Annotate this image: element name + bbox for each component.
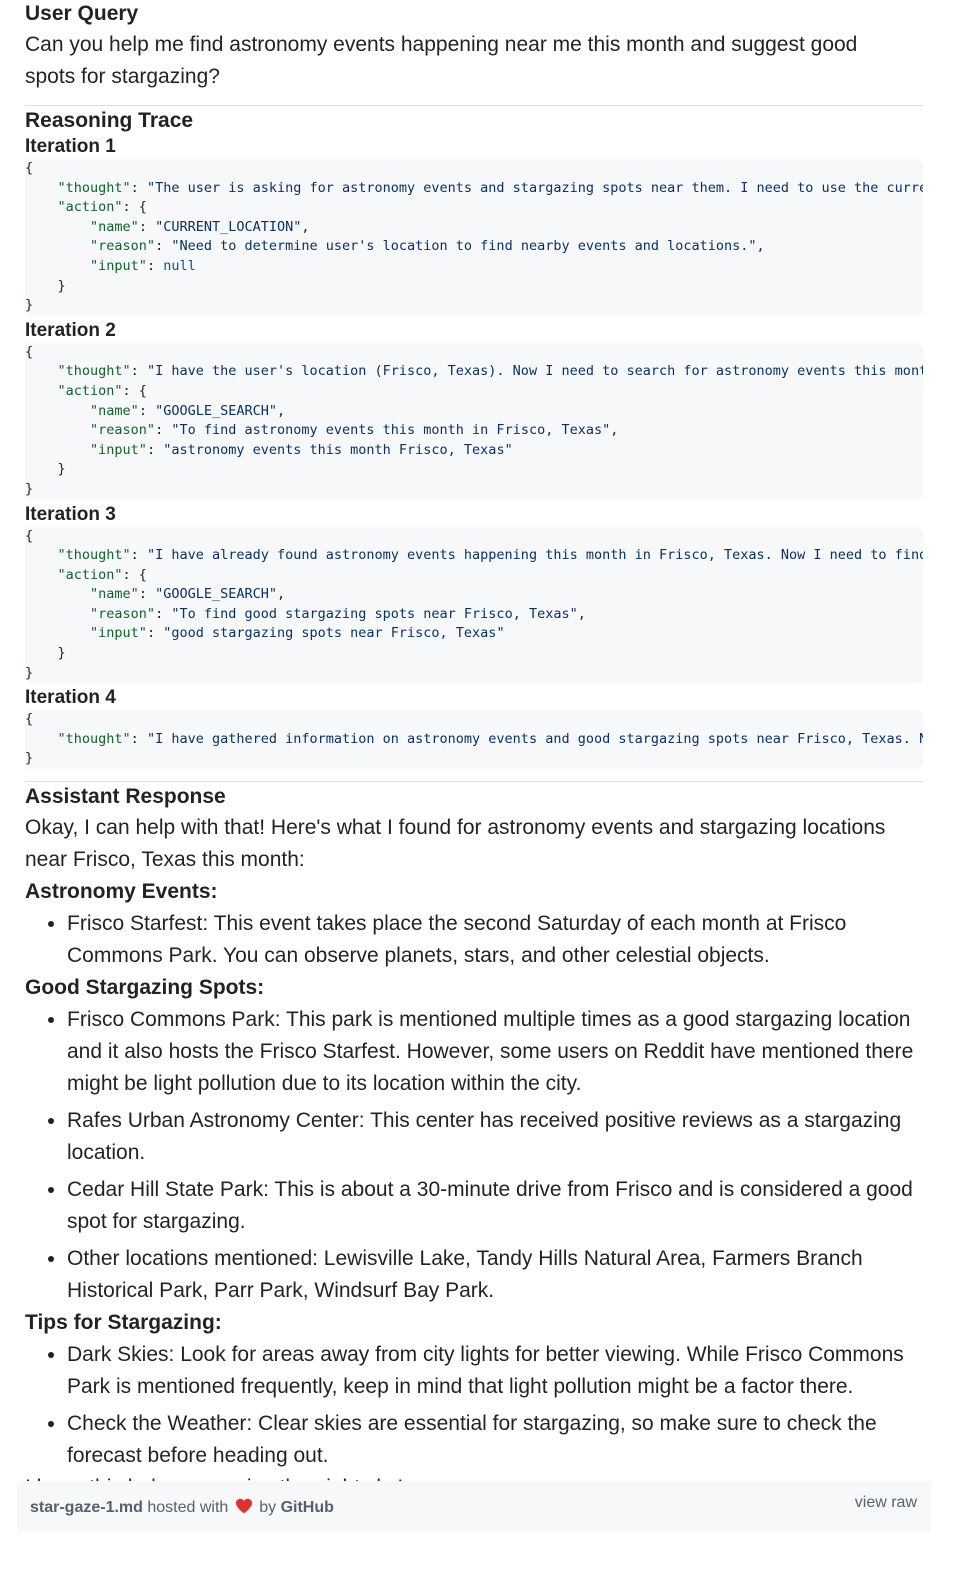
view-raw-link[interactable]: view raw bbox=[855, 1494, 917, 1512]
gist-content: User Query Can you help me find astronom… bbox=[25, 0, 923, 1504]
json-string: "CURRENT_LOCATION" bbox=[155, 218, 302, 235]
code-line: "action": { bbox=[57, 566, 147, 583]
code-line: "action": { bbox=[57, 382, 147, 399]
code-line: "thought": "I have gathered information … bbox=[25, 730, 923, 750]
tips-list: Dark Skies: Look for areas away from cit… bbox=[25, 1339, 923, 1472]
iteration-2-code: { "thought": "I have the user's location… bbox=[25, 342, 923, 500]
code-line: } bbox=[25, 297, 34, 314]
json-key: "thought" bbox=[57, 730, 131, 747]
json-key: "name" bbox=[90, 218, 139, 235]
json-string: "To find good stargazing spots near Fris… bbox=[171, 605, 578, 622]
code-line: } bbox=[25, 480, 34, 497]
iteration-4-heading: Iteration 4 bbox=[25, 687, 116, 709]
json-key: "thought" bbox=[57, 363, 131, 380]
code-line: "input": null bbox=[90, 257, 196, 274]
json-key: "thought" bbox=[57, 547, 131, 564]
code-line: "reason": "Need to determine user's loca… bbox=[90, 238, 765, 255]
hosted-with-text: hosted with bbox=[147, 1499, 229, 1516]
code-line: { bbox=[25, 711, 34, 728]
list-item: Frisco Starfest: This event takes place … bbox=[48, 908, 923, 972]
list-item: Cedar Hill State Park: This is about a 3… bbox=[48, 1174, 923, 1238]
brace: } bbox=[57, 645, 66, 662]
footer-meta: star-gaze-1.md hosted with by GitHub bbox=[30, 1498, 334, 1517]
code-line: "thought": "I have already found astrono… bbox=[25, 546, 923, 566]
json-key: "reason" bbox=[90, 422, 156, 439]
json-string: "GOOGLE_SEARCH" bbox=[155, 586, 277, 603]
json-key: "thought" bbox=[57, 179, 131, 196]
json-key: "name" bbox=[90, 586, 139, 603]
iteration-1-code: { "thought": "The user is asking for ast… bbox=[25, 159, 923, 316]
list-item: Dark Skies: Look for areas away from cit… bbox=[48, 1339, 923, 1403]
json-string: "I have gathered information on astronom… bbox=[146, 730, 923, 747]
list-item: Check the Weather: Clear skies are essen… bbox=[48, 1408, 923, 1472]
by-text: by bbox=[259, 1499, 277, 1516]
json-key: "action" bbox=[57, 199, 123, 216]
json-key: "action" bbox=[57, 566, 123, 583]
list-item: Rafes Urban Astronomy Center: This cente… bbox=[48, 1105, 923, 1169]
iteration-4-code: { "thought": "I have gathered informatio… bbox=[25, 710, 923, 770]
code-line: { bbox=[25, 160, 34, 176]
spots-heading: Good Stargazing Spots: bbox=[25, 976, 265, 1000]
code-line: { bbox=[25, 527, 34, 544]
divider bbox=[25, 781, 923, 783]
events-heading: Astronomy Events: bbox=[25, 880, 218, 904]
tips-heading: Tips for Stargazing: bbox=[25, 1311, 222, 1335]
iteration-3-heading: Iteration 3 bbox=[25, 503, 116, 525]
code-line: "input": "good stargazing spots near Fri… bbox=[90, 625, 505, 642]
heart-icon bbox=[235, 1498, 252, 1514]
json-string: "astronomy events this month Frisco, Tex… bbox=[163, 441, 513, 458]
code-line: "reason": "To find astronomy events this… bbox=[90, 422, 619, 439]
list-item: Other locations mentioned: Lewisville La… bbox=[48, 1243, 923, 1307]
iteration-1-heading: Iteration 1 bbox=[25, 136, 116, 157]
code-line: "name": "GOOGLE_SEARCH", bbox=[90, 586, 286, 603]
code-line: } bbox=[25, 460, 923, 480]
json-key: "input" bbox=[90, 257, 147, 274]
json-key: "reason" bbox=[90, 238, 156, 255]
json-key: "input" bbox=[90, 625, 147, 642]
list-item: Frisco Commons Park: This park is mentio… bbox=[48, 1004, 923, 1100]
code-line: "action": { bbox=[57, 199, 147, 216]
code-line: } bbox=[25, 277, 923, 297]
code-line: "name": "CURRENT_LOCATION", bbox=[90, 218, 310, 235]
code-line: } bbox=[25, 644, 923, 664]
code-line: { bbox=[25, 343, 34, 360]
json-string: "I have already found astronomy events h… bbox=[146, 547, 923, 564]
code-line: "thought": "The user is asking for astro… bbox=[25, 179, 923, 199]
brace: } bbox=[57, 461, 66, 478]
reasoning-heading: Reasoning Trace bbox=[25, 109, 194, 132]
json-key: "reason" bbox=[90, 605, 156, 622]
json-key: "action" bbox=[57, 382, 123, 399]
raw-file-link[interactable]: star-gaze-1.md bbox=[30, 1499, 143, 1516]
json-string: "good stargazing spots near Frisco, Texa… bbox=[163, 625, 505, 642]
divider bbox=[25, 105, 923, 106]
code-line: "thought": "I have the user's location (… bbox=[25, 362, 923, 382]
json-null: null bbox=[163, 257, 196, 274]
json-key: "name" bbox=[90, 402, 139, 419]
iteration-3-code: { "thought": "I have already found astro… bbox=[25, 526, 923, 684]
user-query-heading: User Query bbox=[25, 2, 139, 25]
json-string: "I have the user's location (Frisco, Tex… bbox=[146, 363, 923, 380]
code-line: "input": "astronomy events this month Fr… bbox=[90, 441, 513, 458]
brace: } bbox=[57, 277, 66, 294]
spots-list: Frisco Commons Park: This park is mentio… bbox=[25, 1004, 923, 1307]
json-string: "GOOGLE_SEARCH" bbox=[155, 402, 277, 419]
code-line: "name": "GOOGLE_SEARCH", bbox=[90, 402, 286, 419]
response-heading: Assistant Response bbox=[25, 785, 226, 809]
code-line: } bbox=[25, 664, 34, 681]
json-string: "The user is asking for astronomy events… bbox=[146, 179, 923, 196]
events-list: Frisco Starfest: This event takes place … bbox=[25, 908, 923, 972]
code-line: } bbox=[25, 750, 34, 767]
code-line: "reason": "To find good stargazing spots… bbox=[90, 605, 586, 622]
response-intro: Okay, I can help with that! Here's what … bbox=[25, 816, 886, 872]
json-string: "Need to determine user's location to fi… bbox=[171, 238, 757, 255]
github-link[interactable]: GitHub bbox=[281, 1499, 334, 1516]
json-string: "To find astronomy events this month in … bbox=[171, 422, 611, 439]
user-query-text: Can you help me find astronomy events ha… bbox=[25, 33, 858, 88]
json-key: "input" bbox=[90, 441, 147, 458]
gist-footer: star-gaze-1.md hosted with by GitHub vie… bbox=[17, 1481, 931, 1532]
iteration-2-heading: Iteration 2 bbox=[25, 319, 116, 341]
